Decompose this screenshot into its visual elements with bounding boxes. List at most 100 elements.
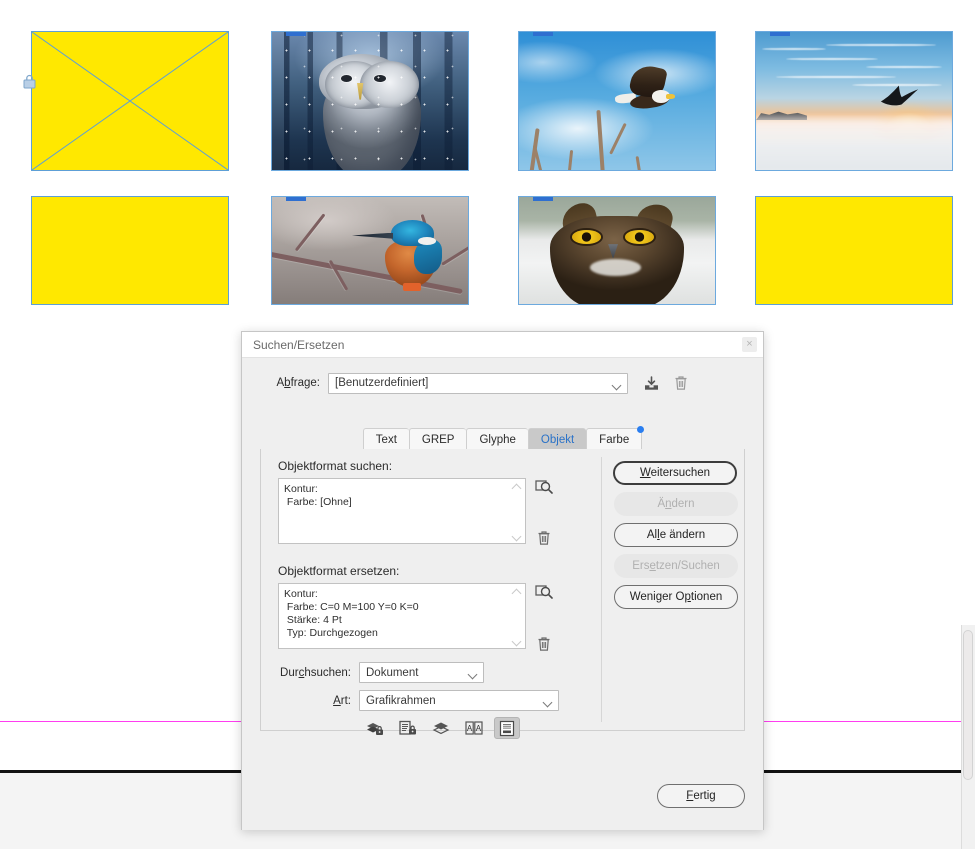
find-next-button[interactable]: Weitersuchen [613, 461, 737, 485]
locked-layers-icon [367, 722, 383, 735]
tab-farbe-label: Farbe [599, 433, 630, 446]
empty-frame-cross [32, 32, 228, 170]
bird-silhouette [878, 82, 921, 112]
include-locked-objects-toggle[interactable] [395, 717, 421, 739]
horned-owl-image[interactable] [518, 196, 716, 305]
find-next-label: Weitersuchen [639, 467, 711, 479]
empty-graphic-frame-3[interactable] [755, 196, 953, 305]
empty-graphic-frame-2[interactable] [31, 196, 229, 305]
change-format-line-2: Farbe: C=0 M=100 Y=0 K=0 [284, 601, 419, 614]
object-search-panel: Objektformat suchen: Kontur: Farbe: [Ohn… [260, 449, 745, 739]
sunset-bird-image[interactable] [755, 31, 953, 171]
vertical-scrollbar-thumb[interactable] [963, 630, 973, 780]
find-format-specify-icon[interactable] [533, 477, 555, 499]
change-all-label: Alle ändern [646, 529, 706, 541]
lock-icon[interactable] [23, 74, 36, 89]
object-type-select[interactable]: Grafikrahmen [359, 690, 559, 711]
svg-text:A: A [476, 724, 482, 733]
tab-strip: Text GREP Glyphe Objekt Farbe [260, 426, 746, 450]
change-format-line-4: Typ: Durchgezogen [284, 627, 378, 640]
link-icon[interactable] [770, 32, 790, 36]
change-format-scroll-down-icon[interactable] [513, 637, 521, 643]
scope-toggle-row: A A [362, 717, 520, 739]
fewer-options-button[interactable]: Weniger Optionen [614, 585, 738, 609]
kingfisher-bird [351, 214, 452, 292]
eagle-sky-image[interactable] [518, 31, 716, 171]
tab-farbe[interactable]: Farbe [586, 426, 645, 450]
find-format-label: Objektformat suchen: [278, 459, 393, 473]
locked-objects-icon [399, 720, 416, 735]
include-hidden-layers-toggle[interactable] [428, 717, 454, 739]
eagle-silhouette [609, 62, 683, 120]
done-label: Fertig [686, 790, 716, 802]
include-locked-layers-toggle[interactable] [362, 717, 388, 739]
change-find-label: Ersetzen/Suchen [632, 560, 720, 572]
tabs: Text GREP Glyphe Objekt Farbe [362, 426, 645, 450]
dialog-titlebar[interactable]: Suchen/Ersetzen × [242, 332, 763, 358]
save-query-icon[interactable] [640, 372, 662, 394]
object-type-label: Art: [333, 694, 351, 707]
panel-divider [601, 457, 602, 722]
kingfisher-image[interactable] [271, 196, 469, 305]
change-button[interactable]: Ändern [614, 492, 738, 516]
hidden-layers-icon [432, 722, 450, 734]
query-select[interactable]: [Benutzerdefiniert] [328, 372, 628, 394]
search-scope-select[interactable]: Dokument [359, 662, 484, 683]
master-pages-icon: A A [465, 720, 483, 735]
application-window: Suchen/Ersetzen × Abfrage: [Benutzerdefi… [0, 0, 975, 849]
find-format-box[interactable]: Kontur: Farbe: [Ohne] [278, 478, 526, 544]
tab-glyphe-label: Glyphe [479, 433, 516, 446]
footnotes-icon [499, 720, 515, 736]
find-change-dialog[interactable]: Suchen/Ersetzen × Abfrage: [Benutzerdefi… [241, 331, 764, 830]
tab-farbe-badge-icon [637, 426, 645, 433]
owl-forest-artwork [272, 32, 468, 170]
include-master-pages-toggle[interactable]: A A [461, 717, 487, 739]
find-format-scroll-down-icon[interactable] [513, 532, 521, 538]
tab-objekt-label: Objekt [540, 433, 575, 446]
fewer-options-label: Weniger Optionen [629, 591, 723, 603]
find-format-line-1: Kontur: [284, 483, 318, 495]
eagle-sky-artwork [519, 32, 715, 170]
change-format-scroll-up-icon[interactable] [513, 589, 521, 595]
change-format-label: Objektformat ersetzen: [278, 564, 400, 578]
close-icon[interactable]: × [742, 337, 757, 352]
search-scope-label: Durchsuchen: [280, 666, 351, 679]
kingfisher-artwork [272, 197, 468, 304]
find-format-scroll-up-icon[interactable] [513, 484, 521, 490]
object-type-row: Art: Grafikrahmen [261, 690, 559, 711]
change-format-line-3: Stärke: 4 Pt [284, 614, 342, 627]
link-icon[interactable] [533, 197, 553, 201]
include-footnotes-toggle[interactable] [494, 717, 520, 739]
change-format-specify-icon[interactable] [533, 582, 555, 604]
tab-glyphe[interactable]: Glyphe [466, 428, 528, 450]
dialog-footer: Fertig [242, 772, 763, 830]
done-button[interactable]: Fertig [657, 784, 745, 808]
tab-text[interactable]: Text [362, 428, 409, 450]
change-label: Ändern [657, 498, 695, 510]
change-find-button[interactable]: Ersetzen/Suchen [614, 554, 738, 578]
link-icon[interactable] [286, 32, 306, 36]
change-format-line-1: Kontur: [284, 588, 318, 600]
tab-text-label: Text [375, 433, 397, 446]
tab-grep[interactable]: GREP [408, 428, 467, 450]
link-icon[interactable] [286, 197, 306, 201]
query-row: Abfrage: [Benutzerdefiniert] [260, 358, 763, 394]
svg-text:A: A [467, 724, 473, 733]
tab-grep-label: GREP [421, 433, 455, 446]
change-format-box[interactable]: Kontur: Farbe: C=0 M=100 Y=0 K=0 Stärke:… [278, 583, 526, 649]
link-icon[interactable] [533, 32, 553, 36]
change-all-button[interactable]: Alle ändern [614, 523, 738, 547]
search-scope-row: Durchsuchen: Dokument [261, 662, 484, 683]
find-format-clear-icon[interactable] [533, 527, 555, 549]
search-scope-value: Dokument [366, 666, 419, 679]
change-format-clear-icon[interactable] [533, 633, 555, 655]
query-label: Abfrage: [276, 377, 321, 389]
find-format-line-2: Farbe: [Ohne] [284, 496, 352, 509]
dialog-body: Abfrage: [Benutzerdefiniert] Text GREP G… [242, 358, 763, 830]
delete-query-icon[interactable] [670, 372, 692, 394]
empty-graphic-frame[interactable] [23, 31, 229, 171]
object-type-value: Grafikrahmen [366, 694, 436, 707]
owl-forest-image[interactable] [271, 31, 469, 171]
tab-objekt[interactable]: Objekt [527, 428, 587, 450]
sunset-artwork [756, 32, 952, 170]
